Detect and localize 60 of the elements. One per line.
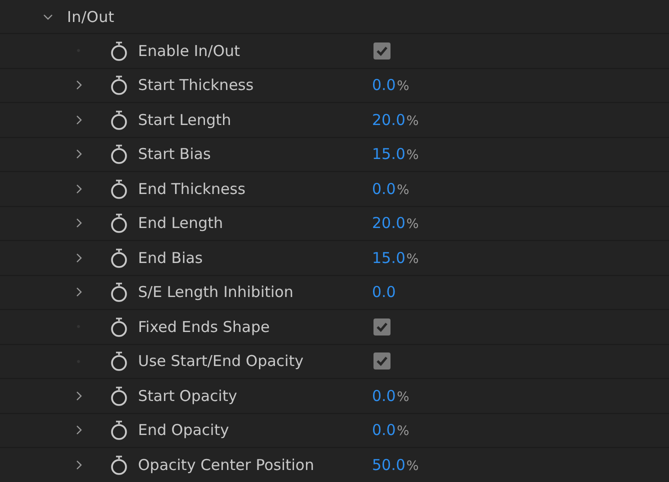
value-field[interactable]: 20.0 [372,110,406,129]
stopwatch-icon[interactable] [110,282,128,302]
checkbox[interactable] [373,42,391,60]
chevron-right-icon[interactable] [76,390,82,401]
stopwatch-icon[interactable] [110,75,128,96]
unit-label: % [406,148,419,164]
chevron-right-icon[interactable] [76,149,82,160]
property-label: Start Opacity [138,386,238,405]
property-label: Use Start/End Opacity [138,352,304,370]
checkbox[interactable] [373,352,391,370]
value-field[interactable]: 0.0 [372,180,396,198]
unit-label: % [396,79,410,94]
stopwatch-icon[interactable] [110,40,128,61]
property-label: S/E Length Inhibition [138,283,294,302]
property-label: Start Bias [138,145,212,164]
stopwatch-icon[interactable] [110,351,128,372]
unit-label: % [396,390,410,405]
chevron-right-icon[interactable] [76,114,82,125]
property-label: End Thickness [138,180,246,198]
stopwatch-icon[interactable] [110,213,128,234]
group-title: In/Out [67,8,114,26]
chevron-right-icon[interactable] [76,184,82,194]
property-label: Start Thickness [138,76,255,94]
stopwatch-icon[interactable] [110,454,128,475]
value-field[interactable]: 50.0 [372,456,406,474]
stopwatch-icon[interactable] [110,110,128,130]
chevron-right-icon[interactable] [76,287,82,298]
unit-label: % [406,217,419,232]
unit-label: % [406,458,419,474]
property-label: Start Length [138,110,232,129]
stopwatch-icon[interactable] [110,178,128,199]
property-label: Enable In/Out [138,42,242,60]
unit-label: % [396,182,410,198]
chevron-right-icon[interactable] [76,460,82,470]
checkbox[interactable] [373,318,391,336]
property-label: Opacity Center Position [138,456,316,474]
chevron-right-icon[interactable] [76,425,82,436]
value-field[interactable]: 0.0 [372,76,396,94]
stopwatch-icon[interactable] [110,144,128,164]
value-field[interactable]: 0.0 [372,283,396,302]
stopwatch-icon[interactable] [110,420,128,440]
value-field[interactable]: 15.0 [372,248,406,267]
stopwatch-icon[interactable] [110,316,128,337]
value-field[interactable]: 20.0 [372,214,406,232]
chevron-right-icon[interactable] [76,218,82,228]
unit-label: % [406,114,419,129]
value-field[interactable]: 15.0 [372,145,406,164]
stopwatch-icon[interactable] [110,386,128,406]
unit-label: % [396,424,410,440]
chevron-down-icon[interactable] [43,14,53,20]
property-label: End Bias [138,248,204,267]
chevron-right-icon[interactable] [76,80,82,90]
value-field[interactable]: 0.0 [372,386,396,405]
property-label: Fixed Ends Shape [138,318,271,336]
chevron-right-icon[interactable] [76,252,82,263]
value-field[interactable]: 0.0 [372,421,396,440]
property-label: End Opacity [138,421,230,440]
property-label: End Length [138,214,224,232]
stopwatch-icon[interactable] [110,248,128,268]
unit-label: % [406,252,419,267]
